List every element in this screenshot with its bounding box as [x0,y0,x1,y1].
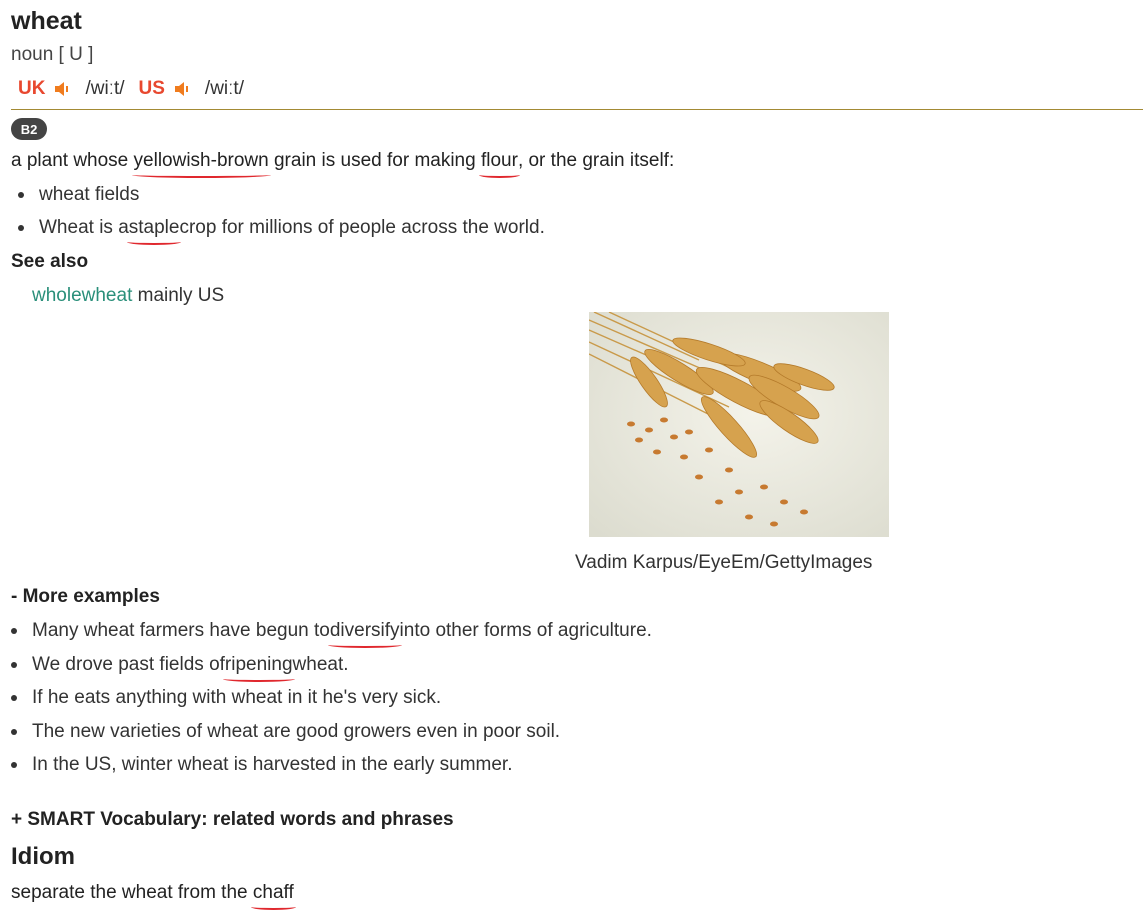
idiom-heading: Idiom [11,843,75,870]
part-of-speech: noun [ U ] [11,44,94,65]
pronunciation-row: UK /wiːt/ US /wiːt/ [18,78,258,100]
wheat-photo [589,312,889,537]
uk-ipa: /wiːt/ [85,78,125,99]
more-example-item: Many wheat farmers have begun to diversi… [11,620,652,648]
spellcheck-word: staple [126,217,182,245]
us-label: US [138,78,165,99]
more-example-item: If he eats anything with wheat in it he'… [11,687,441,709]
see-also-entry: wholewheat mainly US [32,285,225,306]
bullet [18,225,24,231]
us-ipa: /wiːt/ [204,78,244,99]
uk-label: UK [18,78,46,99]
image-caption: Vadim Karpus/EyeEm/GettyImages [575,552,873,573]
spellcheck-word: yellowish-brown [131,150,271,178]
see-also-heading: See also [11,251,89,272]
bullet [18,192,24,198]
spellcheck-word: chaff [250,882,296,910]
headword: wheat [11,7,82,35]
us-audio-speaker-icon[interactable] [173,80,191,98]
bullet [11,628,17,634]
bullet [11,762,17,768]
more-example-item: We drove past fields of ripening wheat. [11,654,349,682]
more-example-item: The new varieties of wheat are good grow… [11,721,560,743]
definition: a plant whose yellowish-brown grain is u… [11,150,675,178]
bullet [11,695,17,701]
bullet [11,729,17,735]
more-examples-toggle[interactable]: - More examples [11,586,160,608]
example-item: Wheat is a staple crop for millions of p… [18,217,545,245]
spellcheck-word: diversify [327,620,402,648]
wholewheat-link[interactable]: wholewheat [32,285,132,306]
smart-vocabulary-toggle[interactable]: + SMART Vocabulary: related words and ph… [11,809,454,831]
more-example-item: In the US, winter wheat is harvested in … [11,754,513,776]
example-item: wheat fields [18,184,139,206]
spellcheck-word: ripening [222,654,295,682]
spellcheck-word: flour [478,150,520,178]
divider [11,109,1143,110]
uk-audio-speaker-icon[interactable] [53,80,71,98]
level-badge: B2 [11,118,47,140]
idiom-link[interactable]: separate the wheat from the chaff [11,882,296,910]
bullet [11,662,17,668]
